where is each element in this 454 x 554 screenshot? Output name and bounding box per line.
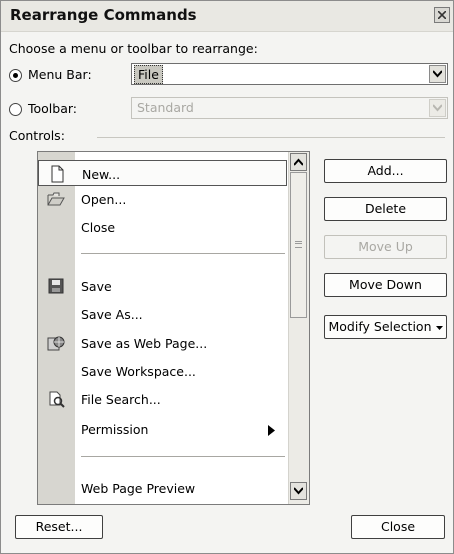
scroll-up-button[interactable] [290, 153, 307, 171]
group-divider [97, 137, 445, 138]
open-folder-icon [47, 190, 65, 208]
menu-bar-label: Menu Bar: [28, 67, 92, 82]
list-item-save[interactable]: Save [38, 273, 287, 299]
choose-prompt: Choose a menu or toolbar to rearrange: [9, 41, 258, 56]
separator [81, 253, 285, 254]
modify-selection-label: Modify Selection [328, 319, 432, 334]
controls-label: Controls: [9, 128, 65, 143]
separator [81, 456, 285, 457]
toolbar-label: Toolbar: [28, 101, 78, 116]
list-scrollbar[interactable] [288, 152, 309, 504]
move-down-button[interactable]: Move Down [324, 273, 447, 297]
list-item-permission[interactable]: Permission [38, 416, 287, 442]
list-item-save-as[interactable]: Save As... [38, 301, 287, 327]
list-item-close[interactable]: Close [38, 214, 287, 240]
toolbar-dropdown[interactable]: Standard [131, 97, 448, 119]
list-item-save-as-web-page[interactable]: Save as Web Page... [38, 330, 287, 356]
list-item-web-page-preview[interactable]: Web Page Preview [38, 475, 287, 501]
title-bar[interactable]: Rearrange Commands [1, 1, 453, 32]
menu-bar-value: File [134, 65, 163, 84]
toolbar-radio[interactable] [9, 103, 22, 116]
move-up-button[interactable]: Move Up [324, 235, 447, 259]
toolbar-value: Standard [137, 100, 194, 115]
chevron-down-icon [429, 99, 446, 117]
web-page-icon [47, 334, 65, 352]
new-document-icon [48, 165, 66, 183]
list-item-file-search[interactable]: File Search... [38, 386, 287, 412]
dropdown-caret-icon [435, 316, 443, 337]
reset-button[interactable]: Reset... [15, 515, 103, 539]
modify-selection-button[interactable]: Modify Selection [324, 315, 447, 339]
scroll-down-button[interactable] [290, 482, 307, 500]
file-search-icon [47, 390, 65, 408]
close-button[interactable]: Close [351, 515, 445, 539]
menu-bar-dropdown[interactable]: File [131, 63, 448, 85]
save-disk-icon [47, 277, 65, 295]
rearrange-commands-dialog: Rearrange Commands Choose a menu or tool… [0, 0, 454, 554]
list-item-open[interactable]: Open... [38, 186, 287, 212]
dialog-title: Rearrange Commands [10, 6, 197, 24]
grip-icon [295, 241, 302, 248]
controls-listbox[interactable]: New... Open... Close Save Save As... Sav [37, 151, 310, 505]
close-icon[interactable] [434, 7, 450, 23]
scroll-thumb[interactable] [290, 172, 307, 318]
submenu-arrow-icon [268, 424, 275, 439]
list-item-new[interactable]: New... [38, 160, 287, 186]
list-item-save-workspace[interactable]: Save Workspace... [38, 358, 287, 384]
chevron-down-icon[interactable] [429, 65, 446, 83]
add-button[interactable]: Add... [324, 159, 447, 183]
delete-button[interactable]: Delete [324, 197, 447, 221]
menu-bar-radio[interactable] [9, 69, 22, 82]
